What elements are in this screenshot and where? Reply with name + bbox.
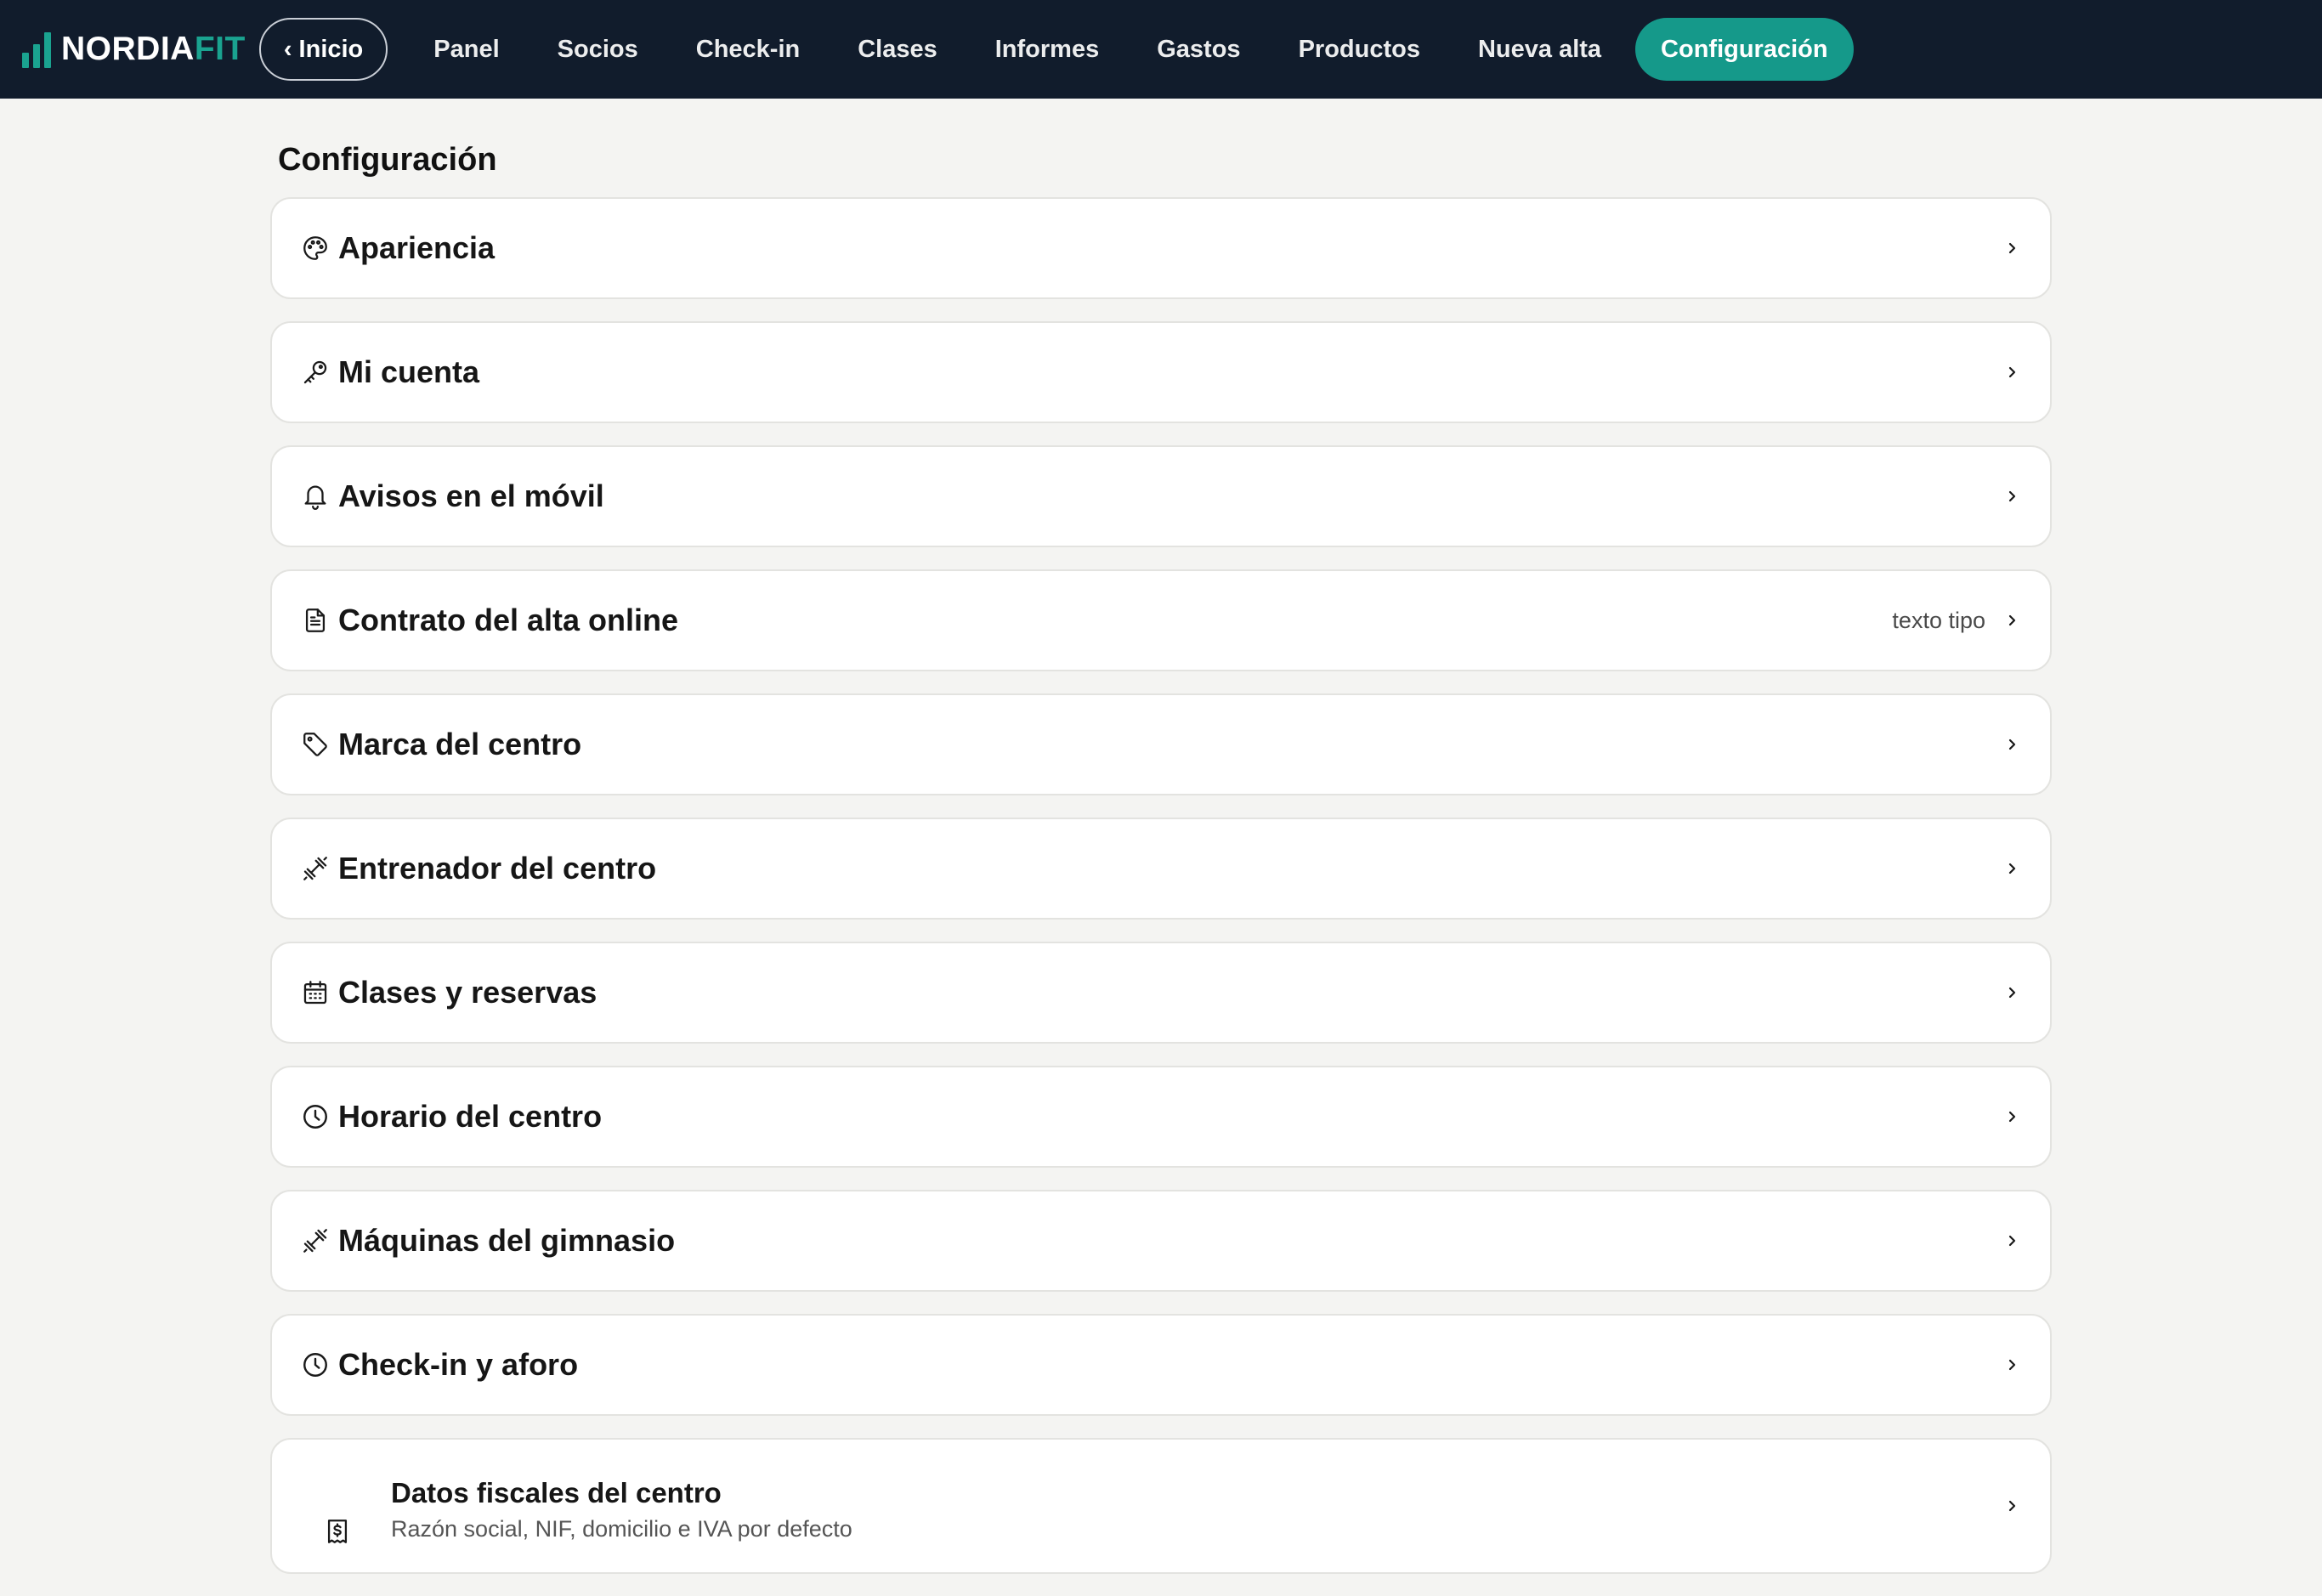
settings-item-label: Máquinas del gimnasio <box>338 1223 676 1258</box>
chevron-right-icon <box>2004 1356 2021 1373</box>
chevron-right-icon <box>2004 860 2021 877</box>
chevron-right-icon <box>2004 1108 2021 1125</box>
settings-item-text: Datos fiscales del centro Razón social, … <box>391 1470 2004 1542</box>
chevron-right-icon <box>2004 240 2021 257</box>
chevron-right-icon <box>2004 1232 2021 1249</box>
settings-item-label: Marca del centro <box>338 727 582 761</box>
settings-item-check-in-aforo[interactable]: Check-in y aforo <box>270 1314 2052 1416</box>
bell-icon <box>301 482 330 511</box>
settings-item-mi-cuenta[interactable]: Mi cuenta <box>270 321 2052 423</box>
nav-item-informes[interactable]: Informes <box>966 18 1128 81</box>
nav-item-nueva-alta[interactable]: Nueva alta <box>1449 18 1630 81</box>
back-to-home-button[interactable]: ‹ Inicio <box>258 18 388 81</box>
chevron-right-icon <box>2004 488 2021 505</box>
main-content: Configuración Apariencia Mi cuenta Aviso… <box>270 99 2052 1596</box>
settings-list: Apariencia Mi cuenta Avisos en el móvil … <box>270 197 2052 1574</box>
settings-item-clases-reservas[interactable]: Clases y reservas <box>270 942 2052 1044</box>
chevron-right-icon <box>2004 984 2021 1001</box>
brand-name: NORDIAFIT <box>61 31 246 67</box>
document-icon <box>301 606 330 635</box>
settings-item-horario-centro[interactable]: Horario del centro <box>270 1066 2052 1168</box>
nav-item-gastos[interactable]: Gastos <box>1128 18 1269 81</box>
main-nav: Panel Socios Check-in Clases Informes Ga… <box>405 0 1854 99</box>
settings-item-entrenador-centro[interactable]: Entrenador del centro <box>270 818 2052 920</box>
nav-item-clases[interactable]: Clases <box>829 18 966 81</box>
top-navigation-bar: NORDIAFIT ‹ Inicio Panel Socios Check-in… <box>0 0 2322 99</box>
settings-item-label: Entrenador del centro <box>338 851 657 886</box>
chevron-right-icon <box>2004 612 2021 629</box>
settings-item-label: Horario del centro <box>338 1099 603 1134</box>
dumbbell-icon <box>301 854 330 883</box>
clock-icon <box>301 1350 330 1379</box>
bar-chart-logo-icon <box>22 31 51 68</box>
brand-logo[interactable]: NORDIAFIT <box>22 0 246 99</box>
calendar-icon <box>301 978 330 1007</box>
nav-item-productos[interactable]: Productos <box>1270 18 1449 81</box>
settings-item-description: Razón social, NIF, domicilio e IVA por d… <box>391 1515 852 1542</box>
settings-item-label: Check-in y aforo <box>338 1347 579 1382</box>
tag-icon <box>301 730 330 759</box>
settings-item-datos-fiscales[interactable]: Datos fiscales del centro Razón social, … <box>270 1438 2052 1574</box>
settings-item-label: Avisos en el móvil <box>338 478 604 513</box>
settings-item-label: Mi cuenta <box>338 354 480 389</box>
settings-item-avisos-movil[interactable]: Avisos en el móvil <box>270 445 2052 547</box>
settings-item-hint: texto tipo <box>1892 607 1985 633</box>
settings-item-apariencia[interactable]: Apariencia <box>270 197 2052 299</box>
chevron-right-icon <box>2004 364 2021 381</box>
nav-item-configuracion[interactable]: Configuración <box>1635 18 1854 81</box>
receipt-icon <box>323 1517 352 1546</box>
nav-item-socios[interactable]: Socios <box>529 18 667 81</box>
chevron-right-icon <box>2004 736 2021 753</box>
settings-item-contrato-alta-online[interactable]: Contrato del alta online texto tipo <box>270 569 2052 671</box>
nav-item-panel[interactable]: Panel <box>405 18 528 81</box>
settings-item-maquinas-gimnasio[interactable]: Máquinas del gimnasio <box>270 1190 2052 1292</box>
settings-item-label: Clases y reservas <box>338 975 597 1010</box>
settings-item-label: Datos fiscales del centro <box>391 1476 722 1508</box>
page-title: Configuración <box>278 142 497 178</box>
clock-icon <box>301 1102 330 1131</box>
settings-item-label: Contrato del alta online <box>338 603 679 637</box>
nav-item-check-in[interactable]: Check-in <box>667 18 829 81</box>
palette-icon <box>301 234 330 263</box>
dumbbell-icon <box>301 1226 330 1255</box>
key-icon <box>301 358 330 387</box>
settings-item-label: Apariencia <box>338 230 496 265</box>
settings-item-marca-centro[interactable]: Marca del centro <box>270 693 2052 795</box>
chevron-right-icon <box>2004 1497 2021 1514</box>
